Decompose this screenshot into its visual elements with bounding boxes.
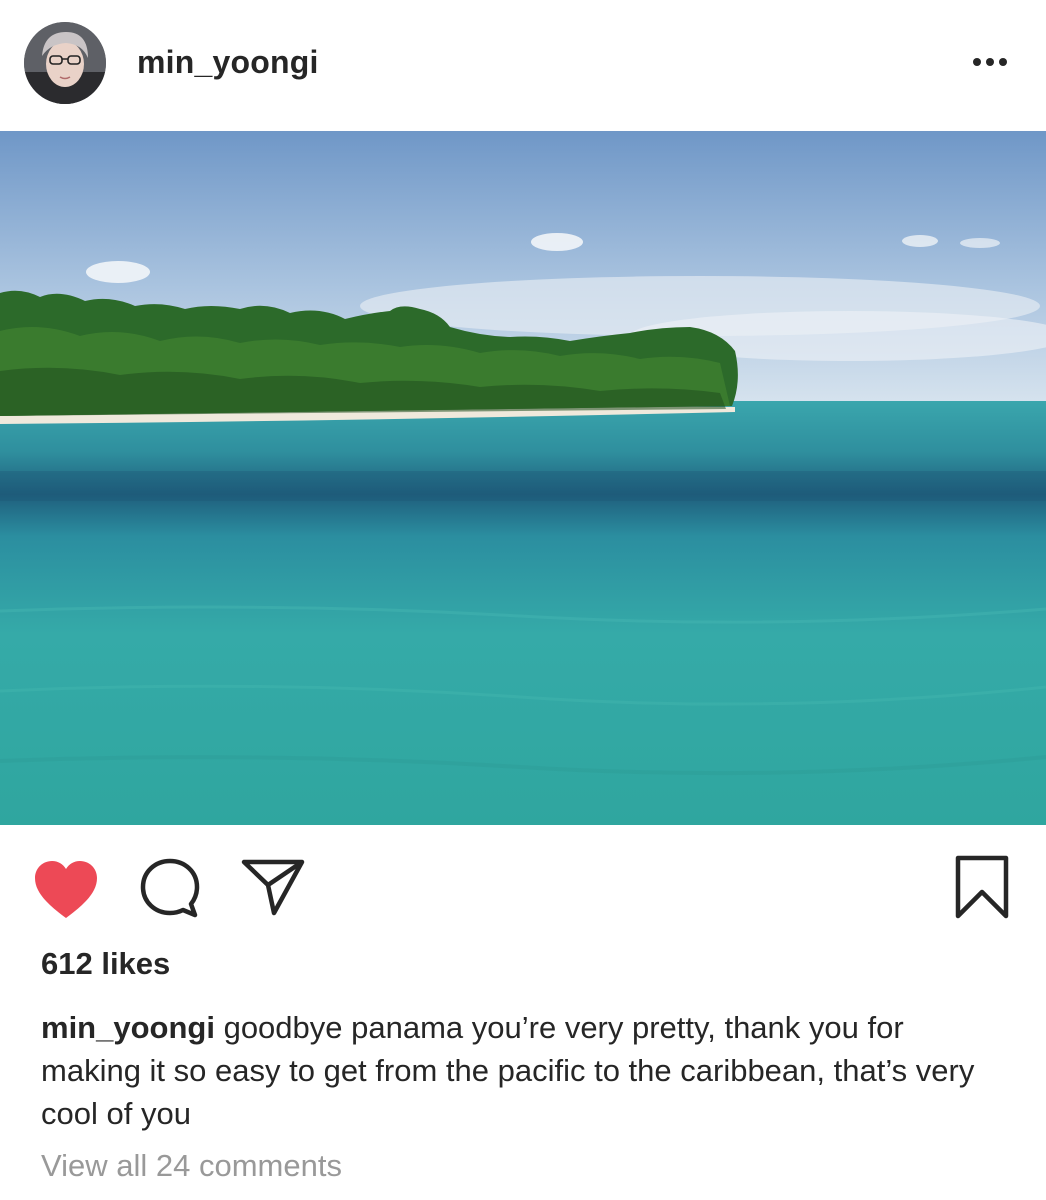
comment-icon[interactable]: [138, 856, 202, 920]
likes-count[interactable]: 612 likes: [41, 946, 170, 982]
view-all-comments-link[interactable]: View all 24 comments: [41, 1148, 342, 1184]
caption-username[interactable]: min_yoongi: [41, 1010, 215, 1045]
post-header: min_yoongi: [0, 0, 1046, 130]
post-username[interactable]: min_yoongi: [137, 44, 319, 81]
post-photo[interactable]: [0, 131, 1046, 825]
paper-plane-icon[interactable]: [240, 856, 306, 918]
tropical-island-photo: [0, 131, 1046, 825]
avatar[interactable]: [24, 22, 106, 104]
more-options-icon[interactable]: [972, 54, 1008, 70]
bookmark-icon[interactable]: [952, 854, 1012, 920]
avatar-image: [24, 22, 106, 104]
post-caption: min_yoongi goodbye panama you’re very pr…: [41, 1006, 1011, 1135]
post-actions-bar: [0, 826, 1046, 946]
heart-icon[interactable]: [33, 860, 99, 920]
